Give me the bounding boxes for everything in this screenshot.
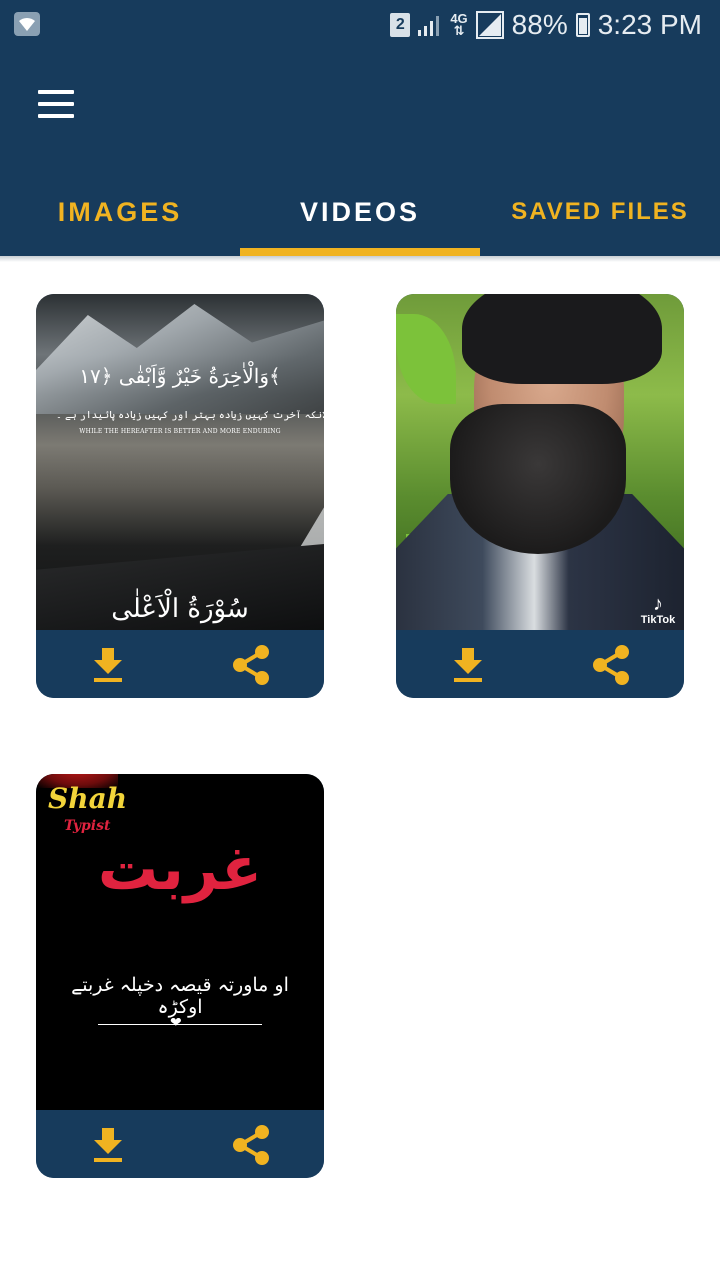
video-card[interactable]: ♪ TikTok	[396, 294, 684, 698]
wifi-icon	[14, 12, 40, 36]
hamburger-menu-icon[interactable]	[28, 80, 84, 128]
video-card[interactable]: وَالْاٰخِرَةُ خَيْرٌ وَّاَبْقٰى ﴿۱۷﴾ حال…	[36, 294, 324, 698]
arabic-verse: وَالْاٰخِرَةُ خَيْرٌ وَّاَبْقٰى ﴿۱۷﴾	[79, 364, 281, 388]
download-icon[interactable]	[446, 644, 490, 686]
tiktok-icon: ♪	[653, 593, 663, 615]
sim-badge: 2	[390, 13, 411, 37]
person-beard	[450, 404, 626, 554]
person-turban	[462, 294, 662, 384]
brand-sub: Typist	[64, 818, 111, 834]
video-thumbnail[interactable]: وَالْاٰخِرَةُ خَيْرٌ وَّاَبْقٰى ﴿۱۷﴾ حال…	[36, 294, 324, 630]
card-actions	[396, 630, 684, 698]
video-line: او ماورتہ قیصہ دخپلہ غربتے اوکڑہ	[71, 974, 289, 1018]
tab-images[interactable]: IMAGES	[0, 168, 240, 256]
tiktok-watermark: ♪ TikTok	[638, 594, 678, 626]
leaf-shape	[396, 314, 456, 404]
video-title: غربت	[97, 835, 263, 902]
card-actions	[36, 1110, 324, 1178]
video-card[interactable]: Shah Typist غربت او ماورتہ قیصہ دخپلہ غر…	[36, 774, 324, 1178]
video-thumbnail[interactable]: Shah Typist غربت او ماورتہ قیصہ دخپلہ غر…	[36, 774, 324, 1110]
battery-icon	[575, 13, 590, 37]
share-icon[interactable]	[230, 644, 274, 686]
app-bar: IMAGES VIDEOS SAVED FILES	[0, 48, 720, 256]
english-translation: WHILE THE HEREAFTER IS BETTER AND MORE E…	[79, 428, 281, 435]
status-bar: 2 4G ⇅ 88% 3:23 PM	[0, 0, 720, 48]
urdu-translation: حالانکہ آخرت کہیں زیادہ بہتر اور کہیں زی…	[56, 410, 324, 421]
battery-percent: 88%	[511, 9, 568, 40]
clock: 3:23 PM	[597, 9, 702, 40]
network-type: 4G ⇅	[450, 11, 468, 38]
tab-bar: IMAGES VIDEOS SAVED FILES	[0, 168, 720, 256]
surah-name: سُوْرَةُ الْاَعْلٰى	[111, 594, 249, 624]
share-icon[interactable]	[230, 1124, 274, 1166]
mountain-shape	[36, 304, 324, 414]
brand-name: Shah	[48, 782, 128, 815]
tab-videos[interactable]: VIDEOS	[240, 168, 480, 256]
download-icon[interactable]	[86, 644, 130, 686]
download-icon[interactable]	[86, 1124, 130, 1166]
card-actions	[36, 630, 324, 698]
share-icon[interactable]	[590, 644, 634, 686]
cell-signal-icon	[475, 11, 504, 39]
tab-saved-files[interactable]: SAVED FILES	[480, 168, 720, 256]
app-bar-shadow	[0, 256, 720, 262]
signal-icon	[418, 16, 440, 36]
heart-icon: ❤	[170, 1014, 182, 1030]
video-thumbnail[interactable]: ♪ TikTok	[396, 294, 684, 630]
